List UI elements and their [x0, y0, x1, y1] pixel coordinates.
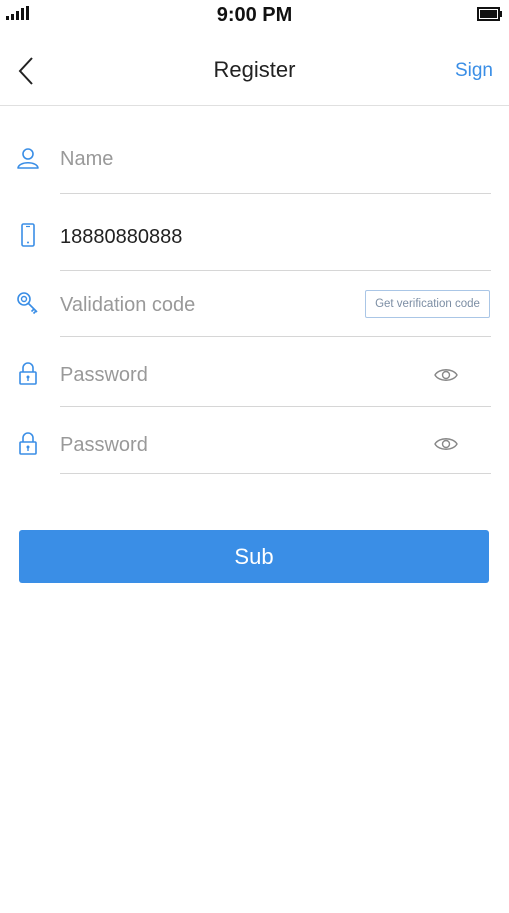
password-divider	[60, 406, 491, 407]
user-icon	[17, 148, 39, 169]
submit-button[interactable]: Sub	[19, 530, 489, 583]
eye-icon[interactable]	[434, 434, 458, 454]
sign-link[interactable]: Sign	[455, 60, 493, 82]
phone-icon	[21, 223, 35, 247]
phone-row	[0, 218, 509, 272]
nav-bar: Register Sign	[0, 34, 509, 106]
get-verification-code-button[interactable]: Get verification code	[365, 290, 490, 318]
page-title: Register	[213, 57, 296, 82]
lock-icon	[19, 432, 37, 455]
battery-icon	[477, 7, 502, 21]
key-icon	[17, 292, 38, 315]
status-time: 9:00 PM	[216, 4, 293, 26]
password-row	[0, 356, 509, 408]
lock-icon	[19, 362, 37, 385]
confirm-password-input[interactable]	[60, 432, 360, 458]
code-input[interactable]	[60, 292, 350, 318]
eye-icon[interactable]	[434, 365, 458, 385]
confirm-password-divider	[60, 473, 491, 474]
status-bar: 9:00 PM	[0, 0, 509, 34]
name-row	[0, 140, 509, 194]
password-input[interactable]	[60, 362, 360, 388]
confirm-password-row	[0, 426, 509, 476]
code-divider	[60, 336, 491, 337]
name-input[interactable]	[60, 146, 360, 172]
register-screen: 9:00 PM Register Sign Name 18880880888 V…	[0, 0, 509, 913]
code-row: Get verification code	[0, 286, 509, 338]
phone-input[interactable]	[60, 224, 360, 250]
phone-divider	[60, 270, 491, 271]
name-divider	[60, 193, 491, 194]
